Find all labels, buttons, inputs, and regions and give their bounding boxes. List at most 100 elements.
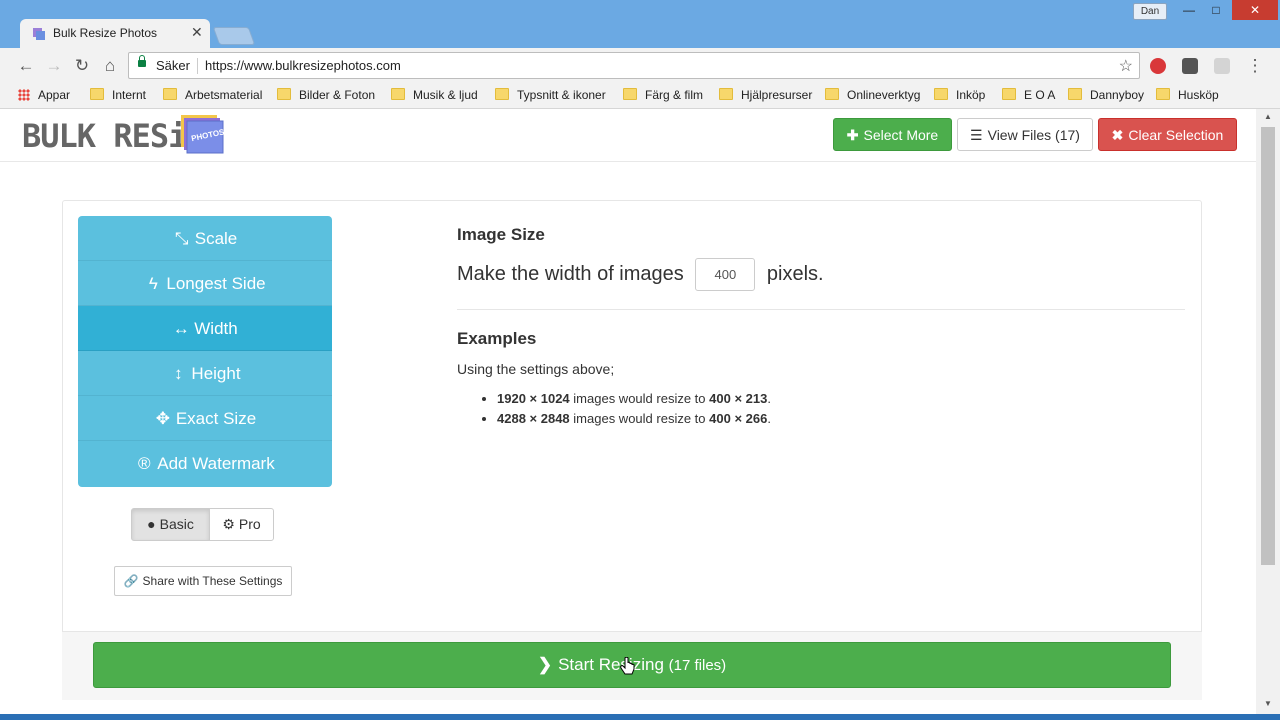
example-from: 4288 × 2848 — [497, 411, 570, 426]
bookmark-label: Inköp — [956, 88, 986, 102]
back-arrow-icon[interactable]: ← — [16, 56, 36, 76]
list-item: 4288 × 2848 images would resize to 400 ×… — [497, 409, 771, 429]
divider — [457, 309, 1185, 310]
maximize-button[interactable]: □ — [1203, 0, 1229, 20]
profile-button[interactable]: Dan — [1133, 3, 1167, 20]
extension-1-icon[interactable] — [1150, 58, 1166, 74]
scroll-down-icon[interactable]: ▼ — [1264, 699, 1272, 708]
bookmark-star-icon[interactable]: ☆ — [1119, 56, 1133, 76]
image-size-heading: Image Size — [457, 225, 545, 244]
bookmark-folder[interactable]: Bilder & Foton — [277, 88, 375, 102]
menu-item-height[interactable]: ↕ Height — [78, 351, 332, 396]
mode-basic-button[interactable]: ● Basic — [131, 508, 210, 541]
address-separator — [197, 58, 198, 74]
mode-basic-label: Basic — [159, 516, 194, 532]
gear-icon: ⚙ — [222, 516, 235, 532]
logo-photos-icon: PHOTOS — [181, 115, 224, 154]
plus-icon: ✚ — [846, 127, 859, 143]
folder-icon — [1002, 88, 1016, 100]
folder-icon — [277, 88, 291, 100]
example-middle: images would resize to — [573, 411, 706, 426]
menu-kebab-icon[interactable]: ⋮ — [1245, 56, 1265, 76]
folder-icon — [825, 88, 839, 100]
folder-icon — [90, 88, 104, 100]
bookmark-folder[interactable]: Färg & film — [623, 88, 703, 102]
bookmark-label: Appar — [38, 88, 71, 102]
minimize-button[interactable]: — — [1176, 0, 1202, 20]
clear-selection-button[interactable]: ✖ Clear Selection — [1098, 118, 1237, 151]
bookmark-folder[interactable]: Onlineverktyg — [825, 88, 920, 102]
url-text: https://www.bulkresizephotos.com — [205, 58, 401, 73]
select-more-button[interactable]: ✚ Select More — [833, 118, 952, 151]
bookmark-folder[interactable]: Hjälpresurser — [719, 88, 812, 102]
arrows-vertical-icon: ↕ — [174, 364, 183, 383]
example-to: 400 × 213 — [709, 391, 768, 406]
width-suffix-text: pixels. — [766, 262, 824, 285]
forward-arrow-icon[interactable]: → — [44, 56, 64, 76]
home-icon[interactable]: ⌂ — [100, 56, 120, 76]
web-page: BULK RESize PHOTOS ✚ Select More ☰ View Fi… — [0, 109, 1256, 720]
reload-icon[interactable]: ↻ — [72, 56, 92, 76]
lock-icon — [138, 55, 146, 67]
list-icon: ☰ — [970, 127, 983, 143]
close-window-button[interactable]: ✕ — [1232, 0, 1278, 20]
width-input[interactable]: 400 — [695, 258, 756, 291]
folder-icon — [1068, 88, 1082, 100]
menu-item-label: Add Watermark — [157, 454, 275, 473]
bookmark-folder[interactable]: Internt — [90, 88, 146, 102]
menu-item-width[interactable]: ↔ Width — [78, 306, 332, 351]
bookmark-label: Typsnitt & ikoner — [517, 88, 606, 102]
bookmark-folder[interactable]: E O A — [1002, 88, 1055, 102]
move-icon: ✥ — [155, 409, 170, 428]
folder-icon — [1156, 88, 1170, 100]
bookmark-folder[interactable]: Husköp — [1156, 88, 1219, 102]
example-end: . — [767, 411, 771, 426]
registered-icon: ® — [138, 454, 151, 473]
bookmark-label: Arbetsmaterial — [185, 88, 263, 102]
site-header: BULK RESize PHOTOS ✚ Select More ☰ View Fi… — [0, 109, 1256, 162]
clear-selection-label: Clear Selection — [1128, 127, 1224, 143]
mode-pro-button[interactable]: ⚙ Pro — [209, 508, 274, 541]
folder-icon — [719, 88, 733, 100]
scroll-up-icon[interactable]: ▲ — [1264, 112, 1272, 121]
bookmark-folder[interactable]: Arbetsmaterial — [163, 88, 262, 102]
list-item: 1920 × 1024 images would resize to 400 ×… — [497, 389, 771, 409]
tab-close-icon[interactable]: ✕ — [191, 24, 203, 41]
tab-title: Bulk Resize Photos — [53, 26, 158, 40]
menu-item-label: Width — [194, 319, 238, 338]
share-settings-button[interactable]: 🔗 Share with These Settings — [114, 566, 292, 596]
start-resizing-label: Start Resizing — [558, 655, 664, 674]
bookmark-folder[interactable]: Musik & ljud — [391, 88, 478, 102]
example-end: . — [767, 391, 771, 406]
bookmark-folder[interactable]: Inköp — [934, 88, 985, 102]
bookmark-apps[interactable]: Appar — [18, 88, 70, 102]
menu-item-label: Longest Side — [166, 274, 266, 293]
folder-icon — [391, 88, 405, 100]
bookmark-folder[interactable]: Typsnitt & ikoner — [495, 88, 606, 102]
resize-mode-menu: ⤡ Scale ϟ Longest Side ↔ Width ↕ Height ✥ Exa… — [78, 216, 332, 487]
rss-icon[interactable] — [1214, 58, 1230, 74]
width-prefix-text: Make the width of images — [457, 262, 684, 285]
menu-item-scale[interactable]: ⤡ Scale — [78, 216, 332, 261]
menu-item-exact-size[interactable]: ✥ Exact Size — [78, 396, 332, 441]
menu-item-longest-side[interactable]: ϟ Longest Side — [78, 261, 332, 306]
width-setting-line: Make the width of images 400 pixels. — [457, 258, 824, 291]
extension-2-icon[interactable] — [1182, 58, 1198, 74]
address-bar[interactable]: Säker https://www.bulkresizephotos.com ☆ — [128, 52, 1140, 79]
bookmark-label: Hjälpresurser — [741, 88, 813, 102]
menu-item-add-watermark[interactable]: ® Add Watermark — [78, 441, 332, 486]
secure-label: Säker — [156, 58, 190, 73]
arrows-horizontal-icon: ↔ — [172, 319, 190, 338]
compress-icon: ⤡ — [174, 229, 189, 248]
page-scrollbar[interactable]: ▲ ▼ — [1256, 109, 1280, 720]
example-to: 400 × 266 — [709, 411, 768, 426]
check-circle-icon: ● — [147, 516, 156, 532]
new-tab-button[interactable] — [212, 27, 256, 45]
tab-bulk-resize[interactable]: Bulk Resize Photos ✕ — [20, 19, 210, 48]
window-bottom-edge — [0, 714, 1280, 720]
scrollbar-thumb[interactable] — [1261, 127, 1275, 565]
bolt-icon: ϟ — [148, 274, 158, 293]
bookmark-folder[interactable]: Dannyboy — [1068, 88, 1144, 102]
view-files-button[interactable]: ☰ View Files (17) — [957, 118, 1093, 151]
bookmark-label: E O A — [1024, 88, 1056, 102]
